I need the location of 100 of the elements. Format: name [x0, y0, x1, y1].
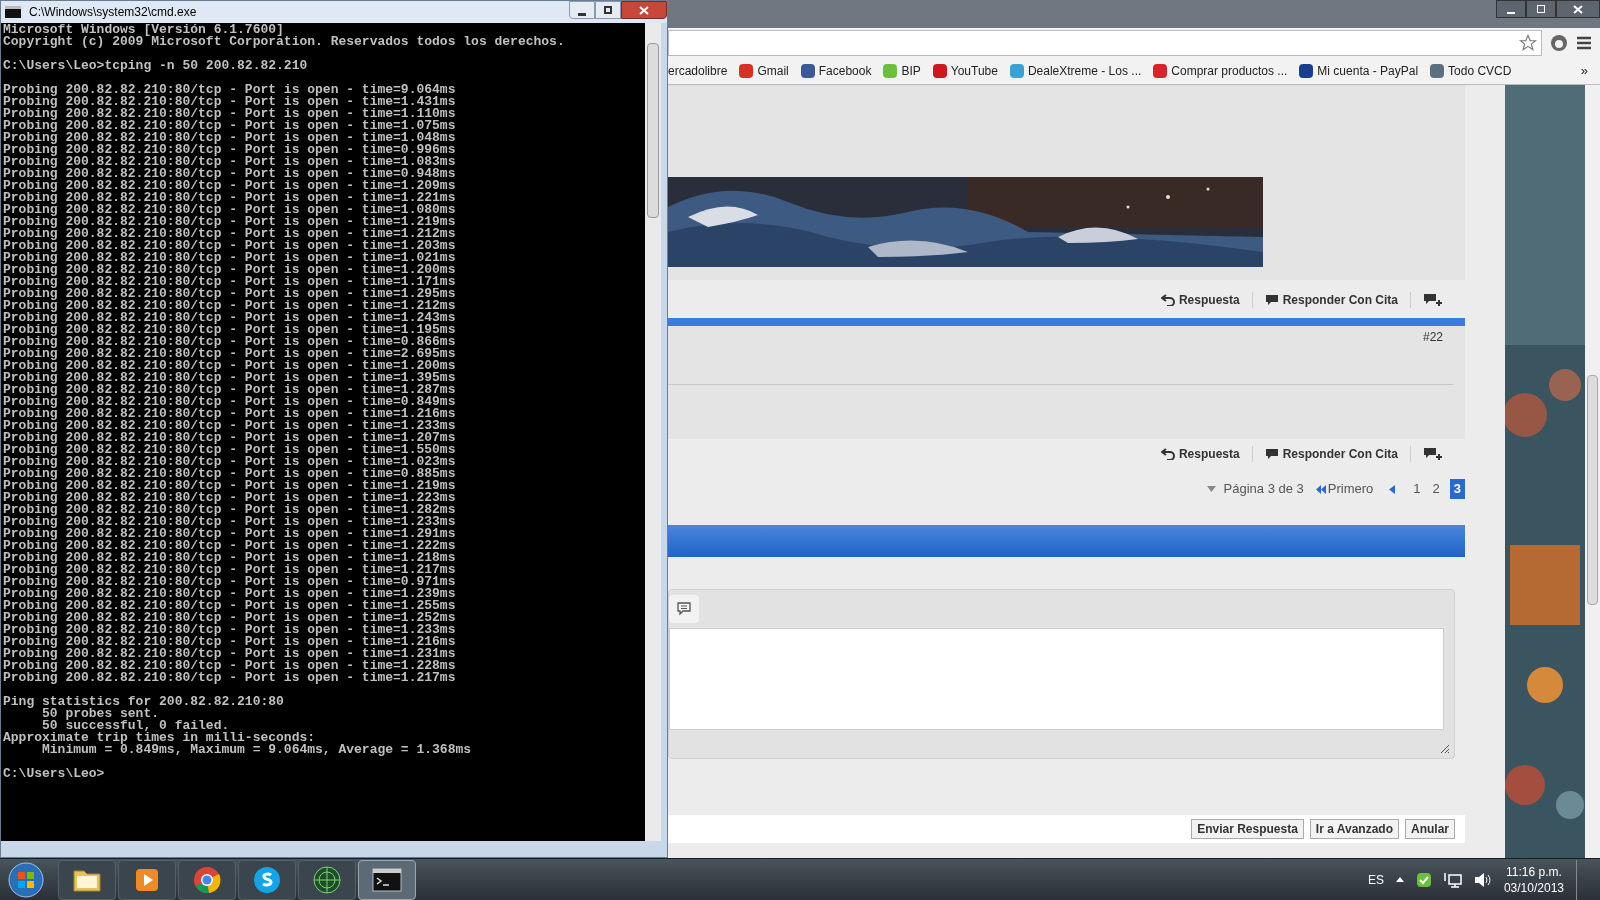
scrollbar[interactable] — [1585, 85, 1600, 858]
extension-icon[interactable] — [1550, 34, 1568, 52]
console-line: Probing 200.82.82.210:80/tcp - Port is open - time=0.996ms — [3, 144, 457, 156]
maximize-button[interactable] — [1526, 0, 1556, 18]
console-line: Probing 200.82.82.210:80/tcp - Port is open - time=1.217ms — [3, 672, 457, 684]
console-line: Probing 200.82.82.210:80/tcp - Port is open - time=1.207ms — [3, 432, 457, 444]
reply-button[interactable]: Respuesta — [1160, 291, 1240, 309]
dropdown-caret-icon[interactable] — [1206, 486, 1216, 492]
clock-time: 11:16 p.m. — [1506, 863, 1562, 880]
console-line: Probing 200.82.82.210:80/tcp - Port is open - time=1.218ms — [3, 552, 457, 564]
console-line: Probing 200.82.82.210:80/tcp - Port is open - time=1.255ms — [3, 600, 457, 612]
console-line: Probing 200.82.82.210:80/tcp - Port is open - time=1.217ms — [3, 564, 457, 576]
browser-icon — [192, 864, 222, 895]
bookmark[interactable]: ercadolibre — [668, 62, 728, 80]
console-line: Microsoft Windows [Versión 6.1.7600] — [3, 24, 284, 36]
menu-icon[interactable] — [1576, 36, 1592, 50]
bookmark[interactable]: YouTube — [932, 62, 998, 80]
console-line: Probing 200.82.82.210:80/tcp - Port is open - time=1.216ms — [3, 408, 457, 420]
network-icon[interactable] — [1443, 871, 1462, 888]
bookmark[interactable]: Comprar productos ... — [1153, 62, 1288, 80]
console-line: Probing 200.82.82.210:80/tcp - Port is open - time=1.221ms — [3, 192, 457, 204]
taskbar-button[interactable] — [118, 859, 176, 900]
console-line: Probing 200.82.82.210:80/tcp - Port is open - time=1.282ms — [3, 504, 457, 516]
multi-quote-button[interactable] — [1423, 447, 1443, 461]
page-link[interactable]: 2 — [1430, 479, 1442, 499]
quote-reply-button[interactable]: Responder Con Cita — [1264, 291, 1398, 309]
resize-grip-icon[interactable] — [1438, 742, 1450, 754]
console-line: Probing 200.82.82.210:80/tcp - Port is open - time=1.212ms — [3, 228, 457, 240]
quote-add-icon — [1423, 447, 1443, 461]
console-line: Probing 200.82.82.210:80/tcp - Port is open - time=1.395ms — [3, 372, 457, 384]
console-line: C:\Users\Leo> — [3, 768, 106, 780]
first-page-link[interactable]: Primero — [1315, 479, 1374, 499]
console-line: Probing 200.82.82.210:80/tcp - Port is open - time=1.171ms — [3, 276, 457, 288]
page-link[interactable]: 1 — [1411, 479, 1423, 499]
bookmark[interactable]: BIP — [883, 62, 921, 80]
form-button[interactable]: Enviar Respuesta — [1191, 819, 1304, 839]
page-link[interactable]: 3 — [1449, 479, 1465, 499]
reply-button[interactable]: Respuesta — [1160, 445, 1240, 463]
minimize-button[interactable] — [569, 1, 595, 19]
bookmark[interactable]: Mi cuenta - PayPal — [1299, 62, 1419, 80]
page-count: Página 3 de 3 — [1223, 480, 1304, 499]
language-indicator[interactable]: ES — [1367, 870, 1384, 889]
taskbar-button[interactable] — [178, 859, 236, 900]
windows-logo-icon — [8, 861, 44, 898]
console-line: 50 probes sent. — [41, 708, 160, 720]
console-icon — [5, 6, 21, 18]
close-icon — [1573, 4, 1583, 14]
console-line: Probing 200.82.82.210:80/tcp - Port is open - time=1.239ms — [3, 588, 457, 600]
bookmark[interactable]: Gmail — [739, 62, 789, 80]
console-line: Probing 200.82.82.210:80/tcp - Port is open - time=1.048ms — [3, 132, 457, 144]
form-button[interactable]: Anular — [1405, 819, 1455, 839]
console-line: Probing 200.82.82.210:80/tcp - Port is open - time=1.223ms — [3, 492, 457, 504]
taskbar-button[interactable] — [358, 859, 416, 900]
console-line: Probing 200.82.82.210:80/tcp - Port is open - time=9.064ms — [3, 84, 457, 96]
console-line: Approximate trip times in milli-seconds: — [3, 732, 316, 744]
console-line: Probing 200.82.82.210:80/tcp - Port is open - time=1.287ms — [3, 384, 457, 396]
close-icon — [639, 5, 649, 15]
console-line: Probing 200.82.82.210:80/tcp - Port is open - time=0.866ms — [3, 336, 457, 348]
multi-quote-button[interactable] — [1423, 293, 1443, 307]
maximize-button[interactable] — [595, 1, 621, 19]
radar-icon — [312, 864, 342, 895]
toolbar-button[interactable] — [669, 595, 699, 623]
console-line: Probing 200.82.82.210:80/tcp - Port is open - time=1.219ms — [3, 216, 457, 228]
console-line: Probing 200.82.82.210:80/tcp - Port is open - time=1.219ms — [3, 480, 457, 492]
console-line: Probing 200.82.82.210:80/tcp - Port is open - time=1.021ms — [3, 252, 457, 264]
volume-icon[interactable] — [1473, 871, 1492, 888]
close-button[interactable] — [1556, 0, 1600, 18]
star-icon[interactable] — [1519, 34, 1537, 52]
post-number: #22 — [1422, 329, 1443, 346]
console-line: Probing 200.82.82.210:80/tcp - Port is open - time=1.252ms — [3, 612, 457, 624]
console-line: Probing 200.82.82.210:80/tcp - Port is open - time=1.200ms — [3, 264, 457, 276]
terminal-icon — [372, 867, 402, 892]
quote-reply-button[interactable]: Responder Con Cita — [1264, 445, 1398, 463]
clock[interactable]: 11:16 p.m. 03/10/2013 — [1503, 863, 1564, 896]
console-line: Probing 200.82.82.210:80/tcp - Port is open - time=0.849ms — [3, 396, 457, 408]
previous-page-icon[interactable] — [1389, 484, 1396, 494]
bookmark[interactable]: DealeXtreme - Los ... — [1009, 62, 1142, 80]
console-line: C:\Users\Leo>tcping -n 50 200.82.82.210 — [3, 60, 309, 72]
console-line: Probing 200.82.82.210:80/tcp - Port is open - time=1.233ms — [3, 516, 457, 528]
console-line: Probing 200.82.82.210:80/tcp - Port is open - time=1.243ms — [3, 312, 457, 324]
console-line: Probing 200.82.82.210:80/tcp - Port is open - time=1.212ms — [3, 300, 457, 312]
bookmark[interactable]: Facebook — [800, 62, 872, 80]
form-button[interactable]: Ir a Avanzado — [1309, 819, 1399, 839]
bookmark[interactable]: Todo CVCD — [1430, 62, 1512, 80]
console-line: Probing 200.82.82.210:80/tcp - Port is open - time=1.231ms — [3, 648, 457, 660]
bookmarks-overflow[interactable]: » — [1580, 61, 1588, 81]
minimize-button[interactable] — [1496, 0, 1526, 18]
taskbar-button[interactable] — [238, 859, 296, 900]
quote-bubble-icon — [1264, 448, 1279, 460]
console-line: Probing 200.82.82.210:80/tcp - Port is open - time=1.200ms — [3, 360, 457, 372]
quote-add-icon — [1423, 293, 1443, 307]
clock-date: 03/10/2013 — [1503, 879, 1564, 896]
reply-icon — [1160, 448, 1175, 460]
taskbar-button[interactable] — [58, 859, 116, 900]
show-hidden-icons-icon[interactable] — [1395, 877, 1404, 882]
console-line: Probing 200.82.82.210:80/tcp - Port is open - time=1.203ms — [3, 240, 457, 252]
shield-check-icon[interactable] — [1415, 871, 1432, 888]
close-button[interactable] — [621, 1, 667, 19]
message-field[interactable] — [669, 628, 1444, 730]
scrollbar[interactable] — [645, 23, 661, 841]
